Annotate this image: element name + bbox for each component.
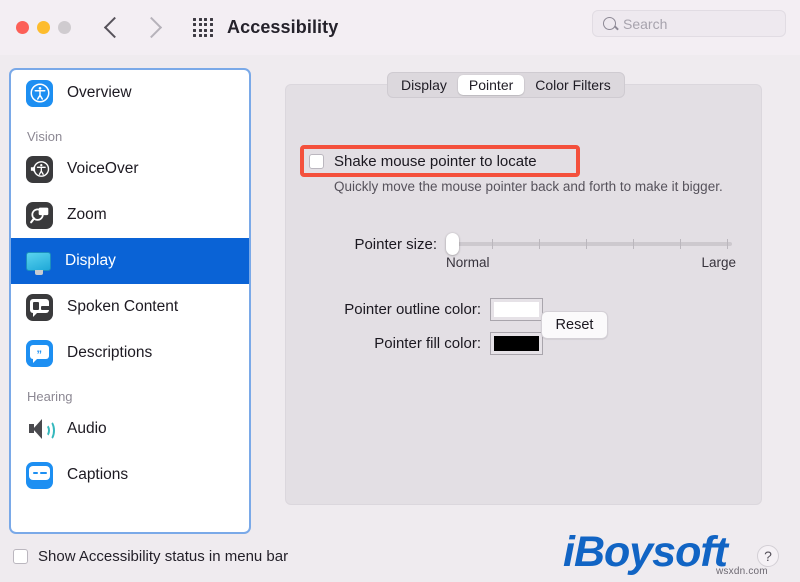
tab-pointer[interactable]: Pointer xyxy=(457,75,525,95)
chevron-right-icon[interactable] xyxy=(140,16,163,39)
close-window-button[interactable] xyxy=(16,21,29,34)
search-field[interactable]: Search xyxy=(592,10,786,37)
show-accessibility-status-label: Show Accessibility status in menu bar xyxy=(38,548,289,565)
shake-mouse-pointer-row[interactable]: Shake mouse pointer to locate xyxy=(309,153,537,170)
page-title: Accessibility xyxy=(227,17,339,37)
sidebar-item-display[interactable]: Display xyxy=(11,238,249,284)
settings-tabbar: Display Pointer Color Filters xyxy=(387,72,625,98)
pointer-size-row: Pointer size: xyxy=(309,233,732,255)
sidebar-item-voiceover[interactable]: VoiceOver xyxy=(11,146,249,192)
sidebar-item-descriptions[interactable]: ” Descriptions xyxy=(11,330,249,376)
watermark-site: wsxdn.com xyxy=(716,566,768,577)
slider-tick xyxy=(680,239,681,249)
pointer-outline-color-swatch[interactable] xyxy=(491,299,542,320)
search-placeholder: Search xyxy=(623,15,668,32)
sidebar-item-captions[interactable]: Captions xyxy=(11,452,249,498)
shake-mouse-pointer-checkbox[interactable] xyxy=(309,154,324,169)
pointer-settings-panel: Display Pointer Color Filters Shake mous… xyxy=(285,72,762,505)
slider-track xyxy=(446,242,732,246)
slider-tick xyxy=(633,239,634,249)
window-titlebar: Accessibility Search xyxy=(0,0,800,55)
pointer-fill-color-swatch[interactable] xyxy=(491,333,542,354)
navigation-buttons xyxy=(103,16,163,39)
sidebar-item-label: Audio xyxy=(67,420,107,437)
sidebar-item-zoom[interactable]: Zoom xyxy=(11,192,249,238)
shake-mouse-pointer-label: Shake mouse pointer to locate xyxy=(334,153,537,170)
grid-apps-icon[interactable] xyxy=(193,17,213,38)
sidebar-item-label: Descriptions xyxy=(67,344,153,361)
speaker-icon xyxy=(26,418,55,441)
sidebar-item-label: VoiceOver xyxy=(67,160,139,177)
accessibility-sidebar[interactable]: Overview Vision VoiceOver Zoom Display S… xyxy=(9,68,251,534)
pointer-outline-color-label: Pointer outline color: xyxy=(344,301,481,318)
sidebar-item-spoken-content[interactable]: Spoken Content xyxy=(11,284,249,330)
pointer-size-max-label: Large xyxy=(701,255,736,270)
show-accessibility-status-row[interactable]: Show Accessibility status in menu bar xyxy=(13,548,288,565)
sidebar-group-vision: Vision xyxy=(27,129,63,144)
search-icon xyxy=(603,17,616,30)
sidebar-list: Overview Vision VoiceOver Zoom Display S… xyxy=(11,70,249,498)
slider-tick xyxy=(727,239,728,249)
sidebar-item-label: Spoken Content xyxy=(67,298,179,315)
sidebar-item-audio[interactable]: Audio xyxy=(11,406,249,452)
shake-mouse-pointer-help: Quickly move the mouse pointer back and … xyxy=(334,179,723,194)
sidebar-item-label: Zoom xyxy=(67,206,107,223)
slider-tick xyxy=(492,239,493,249)
show-accessibility-status-checkbox[interactable] xyxy=(13,549,28,564)
descriptions-icon: ” xyxy=(26,339,53,367)
sidebar-group-hearing: Hearing xyxy=(27,389,73,404)
pointer-fill-color-row: Pointer fill color: xyxy=(309,333,542,354)
pointer-size-slider[interactable] xyxy=(446,233,732,255)
traffic-lights xyxy=(16,21,71,34)
reset-button[interactable]: Reset xyxy=(541,311,608,339)
pointer-fill-color-label: Pointer fill color: xyxy=(374,335,481,352)
pointer-size-label: Pointer size: xyxy=(354,235,437,253)
zoom-window-button[interactable] xyxy=(58,21,71,34)
help-button[interactable]: ? xyxy=(757,545,779,567)
watermark-logo: iBoysoft xyxy=(563,528,728,576)
display-monitor-icon xyxy=(26,251,51,271)
tab-color-filters[interactable]: Color Filters xyxy=(524,75,621,95)
slider-knob[interactable] xyxy=(446,233,459,255)
sidebar-item-label: Display xyxy=(65,252,116,269)
pointer-outline-color-row: Pointer outline color: xyxy=(309,299,542,320)
sidebar-item-label: Overview xyxy=(67,84,132,101)
sidebar-item-overview[interactable]: Overview xyxy=(11,70,249,116)
pointer-size-min-label: Normal xyxy=(446,255,490,270)
sidebar-item-label: Captions xyxy=(67,466,129,483)
chevron-left-icon[interactable] xyxy=(103,16,126,39)
speech-bubble-icon xyxy=(26,293,53,321)
minimize-window-button[interactable] xyxy=(37,21,50,34)
voiceover-icon xyxy=(26,155,53,183)
tab-display[interactable]: Display xyxy=(390,75,458,95)
zoom-icon xyxy=(26,201,53,229)
pointer-size-scale-labels: Normal Large xyxy=(446,255,736,270)
accessibility-icon xyxy=(26,79,53,107)
slider-tick xyxy=(586,239,587,249)
captions-icon xyxy=(26,461,53,489)
slider-tick xyxy=(539,239,540,249)
